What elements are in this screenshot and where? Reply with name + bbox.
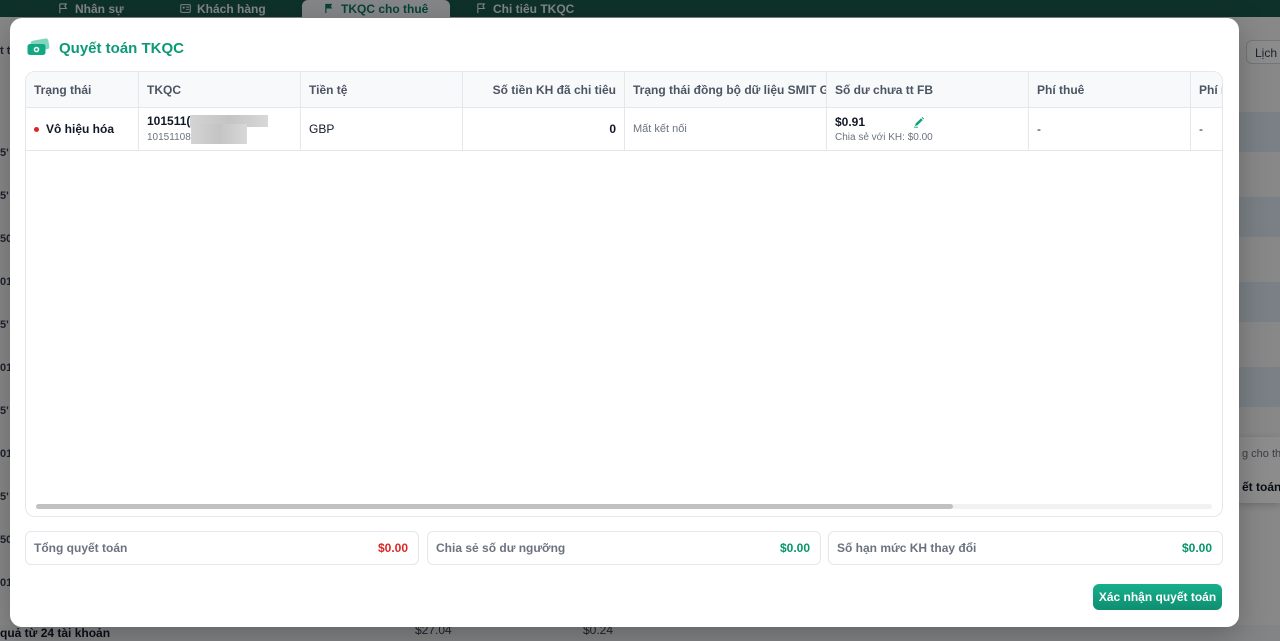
- settlement-modal: Quyết toán TKQC Trạng thái TKQC Tiền tệ …: [10, 18, 1239, 627]
- currency-text: GBP: [309, 122, 335, 136]
- redacted-mask: [190, 124, 247, 144]
- summary-limit-change: Số hạn mức KH thay đổi $0.00: [828, 531, 1223, 565]
- summary-total-settlement: Tổng quyết toán $0.00: [25, 531, 419, 565]
- rent-fee-value: -: [1037, 122, 1041, 136]
- balance-line: $0.91: [835, 115, 1020, 129]
- spent-value: 0: [609, 122, 616, 136]
- modal-header: Quyết toán TKQC: [26, 38, 184, 58]
- other-fee-value: -: [1199, 122, 1203, 136]
- column-header-rent-fee: Phí thuê: [1029, 72, 1191, 107]
- column-header-balance: Số dư chưa tt FB: [827, 72, 1029, 107]
- edit-pencil-icon[interactable]: [913, 116, 925, 128]
- summary-label: Chia sẻ số dư ngưỡng: [436, 541, 566, 555]
- cell-status: Vô hiệu hóa: [26, 108, 139, 150]
- summary-value: $0.00: [377, 541, 408, 555]
- account-id-text: 101511(: [147, 114, 191, 128]
- status-badge: Vô hiệu hóa: [34, 122, 130, 136]
- cell-balance: $0.91 Chia sẻ với KH: $0.00: [827, 108, 1029, 150]
- account-sub-text: 10151108: [147, 131, 191, 143]
- column-header-account: TKQC: [139, 72, 301, 107]
- summary-label: Số hạn mức KH thay đổi: [837, 541, 977, 555]
- sync-status-text: Mất kết nối: [633, 123, 687, 135]
- table-header-row: Trạng thái TKQC Tiền tệ Số tiền KH đã ch…: [26, 72, 1222, 108]
- column-header-sync-status: Trạng thái đồng bộ dữ liệu SMIT Gat: [625, 72, 827, 107]
- status-text: Vô hiệu hóa: [46, 122, 115, 136]
- cell-account: 101511( 10151108: [139, 108, 301, 150]
- shared-with-customer: Chia sẻ với KH: $0.00: [835, 132, 933, 143]
- balance-value: $0.91: [835, 115, 866, 129]
- column-header-other-fee: Phí n: [1199, 82, 1222, 97]
- status-dot-icon: [34, 126, 39, 132]
- cell-sync-status: Mất kết nối: [625, 108, 827, 150]
- cell-currency: GBP: [301, 108, 463, 150]
- column-header-status: Trạng thái: [26, 72, 139, 107]
- money-icon: [27, 38, 50, 55]
- modal-title: Quyết toán TKQC: [59, 39, 185, 57]
- summary-value: $0.00: [1181, 541, 1212, 555]
- account-sub-id: 10151108: [147, 124, 292, 144]
- column-header-spent: Số tiền KH đã chi tiêu: [463, 72, 625, 107]
- scrollbar-thumb[interactable]: [36, 504, 954, 509]
- summary-value: $0.00: [779, 541, 810, 555]
- cell-spent: 0: [463, 108, 625, 150]
- confirm-settlement-button[interactable]: Xác nhận quyết toán: [1093, 584, 1222, 610]
- settlement-table: Trạng thái TKQC Tiền tệ Số tiền KH đã ch…: [25, 71, 1223, 517]
- summary-label: Tổng quyết toán: [34, 541, 128, 555]
- table-row: Vô hiệu hóa 101511( 10151108 GBP 0 Mất k…: [26, 108, 1222, 151]
- horizontal-scrollbar[interactable]: [36, 504, 1212, 509]
- cell-other-fee: -: [1191, 108, 1222, 150]
- cell-rent-fee: -: [1029, 108, 1191, 150]
- summary-shared-threshold: Chia sẻ số dư ngưỡng $0.00: [427, 531, 821, 565]
- column-header-currency: Tiền tệ: [301, 72, 463, 107]
